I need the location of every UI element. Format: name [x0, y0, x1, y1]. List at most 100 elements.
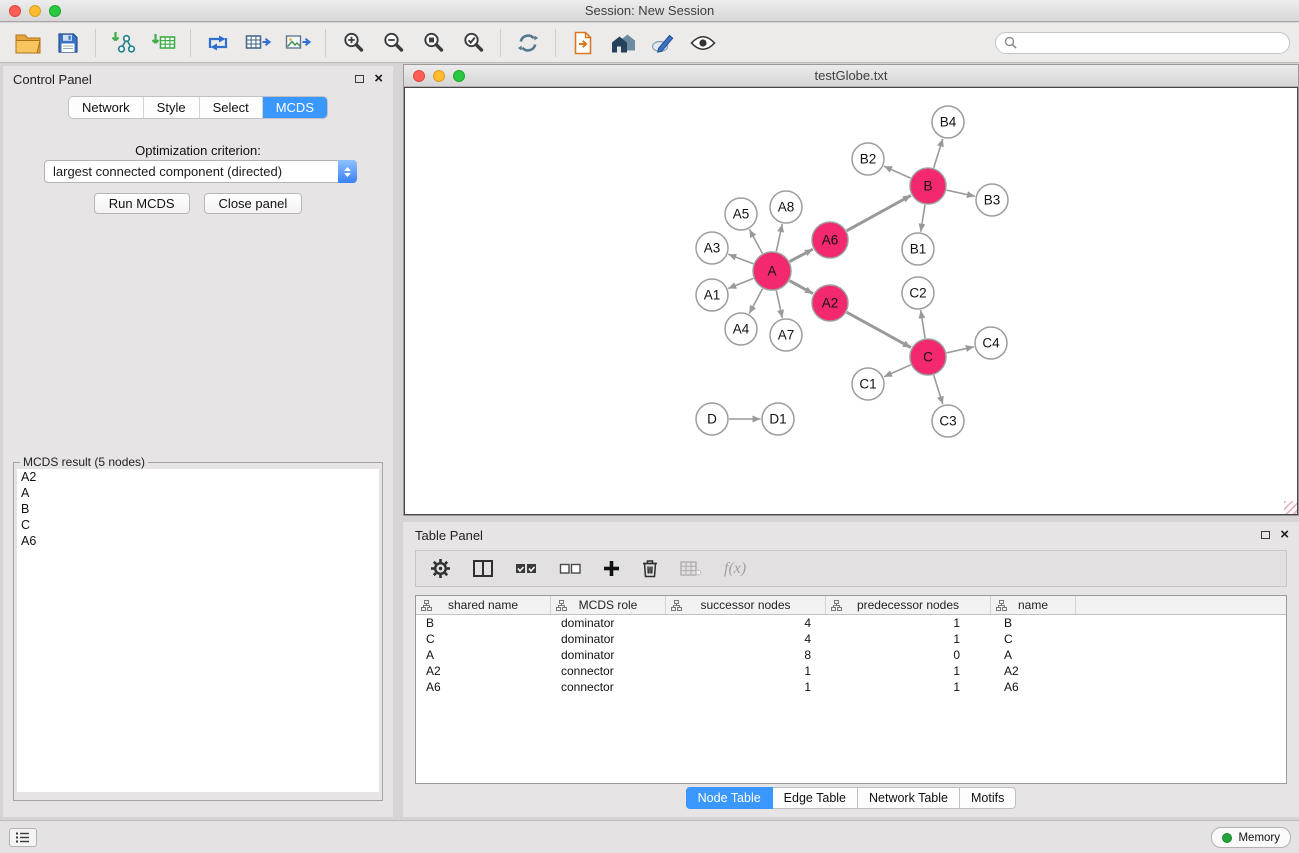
mcds-result-item[interactable]: A — [17, 485, 379, 501]
network-graph[interactable]: B4B2BB3A8A5A6A3B1AC2A1A2A4A7C4CC1C3DD1 — [405, 88, 1298, 515]
table-row[interactable]: Cdominator41C — [416, 631, 1286, 647]
column-header-successor-nodes[interactable]: successor nodes — [666, 596, 826, 614]
graph-edge-B-B4[interactable] — [934, 139, 943, 168]
criterion-dropdown[interactable]: largest connected component (directed) — [44, 160, 357, 183]
tab-mcds[interactable]: MCDS — [262, 97, 327, 118]
network-canvas-area[interactable]: B4B2BB3A8A5A6A3B1AC2A1A2A4A7C4CC1C3DD1 — [404, 87, 1298, 515]
search-box[interactable] — [995, 32, 1290, 54]
close-panel-icon[interactable]: × — [374, 74, 383, 84]
sort-icon[interactable] — [671, 600, 682, 611]
export-image-button[interactable] — [278, 26, 318, 60]
graph-edge-A-A8[interactable] — [776, 224, 782, 251]
show-columns-button[interactable] — [473, 560, 493, 577]
select-all-icon — [515, 563, 537, 575]
import-file-button[interactable] — [563, 26, 603, 60]
table-row[interactable]: A6connector11A6 — [416, 679, 1286, 695]
save-session-button[interactable] — [48, 26, 88, 60]
mcds-result-item[interactable]: A2 — [17, 469, 379, 485]
tab-select[interactable]: Select — [199, 97, 262, 118]
tab-network[interactable]: Network — [69, 97, 143, 118]
close-panel-button[interactable]: Close panel — [204, 193, 303, 214]
graph-node-label: A4 — [733, 322, 750, 337]
graph-edge-A-A2[interactable] — [790, 281, 813, 294]
select-all-button[interactable] — [515, 563, 537, 575]
list-icon — [16, 832, 30, 843]
sort-icon[interactable] — [996, 600, 1007, 611]
graph-edge-C-C3[interactable] — [934, 375, 943, 404]
import-network-button[interactable] — [103, 26, 143, 60]
graph-edge-A2-C[interactable] — [847, 312, 911, 347]
float-panel-icon[interactable] — [355, 75, 364, 83]
graph-edge-A6-B[interactable] — [847, 195, 911, 230]
tab-style[interactable]: Style — [143, 97, 199, 118]
delete-table-icon — [680, 561, 702, 577]
delete-column-button[interactable] — [642, 559, 658, 578]
column-header-mcds-role[interactable]: MCDS role — [551, 596, 666, 614]
float-panel-icon[interactable] — [1261, 531, 1270, 539]
zoom-out-button[interactable] — [373, 26, 413, 60]
graph-edge-B-B1[interactable] — [921, 205, 925, 232]
tab-motifs[interactable]: Motifs — [960, 787, 1016, 809]
sort-icon[interactable] — [556, 600, 567, 611]
mcds-result-item[interactable]: A6 — [17, 533, 379, 549]
run-mcds-button[interactable]: Run MCDS — [94, 193, 190, 214]
graphics-details-button[interactable] — [643, 26, 683, 60]
mcds-result-item[interactable]: C — [17, 517, 379, 533]
column-header-predecessor-nodes[interactable]: predecessor nodes — [826, 596, 991, 614]
refresh-icon — [516, 31, 540, 55]
export-network-button[interactable] — [198, 26, 238, 60]
search-input[interactable] — [1022, 36, 1281, 50]
graph-edge-C-C1[interactable] — [884, 365, 911, 377]
show-hide-button[interactable] — [683, 26, 723, 60]
export-table-button[interactable] — [238, 26, 278, 60]
table-panel-title: Table Panel — [415, 528, 483, 543]
graph-edge-A-A3[interactable] — [728, 254, 753, 263]
refresh-button[interactable] — [508, 26, 548, 60]
zoom-in-button[interactable] — [333, 26, 373, 60]
graph-node-label: C1 — [859, 377, 876, 392]
mcds-result-list[interactable]: A2ABCA6 — [17, 469, 379, 792]
tab-network-table[interactable]: Network Table — [858, 787, 960, 809]
table-cell: A2 — [416, 664, 551, 678]
zoom-selected-button[interactable] — [453, 26, 493, 60]
column-header-name[interactable]: name — [991, 596, 1076, 614]
node-table[interactable]: shared nameMCDS rolesuccessor nodesprede… — [415, 595, 1287, 784]
table-cell: 1 — [826, 664, 991, 678]
tab-node-table[interactable]: Node Table — [686, 787, 773, 809]
sort-icon[interactable] — [831, 600, 842, 611]
graph-edge-A-A7[interactable] — [776, 291, 782, 318]
sort-icon[interactable] — [421, 600, 432, 611]
graph-edge-A-A6[interactable] — [790, 249, 813, 261]
table-settings-button[interactable] — [430, 558, 451, 579]
import-table-button[interactable] — [143, 26, 183, 60]
graph-edge-B-B2[interactable] — [884, 166, 911, 178]
table-cell: 4 — [666, 616, 826, 630]
graph-edge-C-C4[interactable] — [947, 347, 974, 353]
tab-edge-table[interactable]: Edge Table — [773, 787, 858, 809]
table-row[interactable]: Adominator80A — [416, 647, 1286, 663]
graph-edge-A-A1[interactable] — [728, 278, 753, 288]
task-history-button[interactable] — [9, 828, 37, 847]
graph-edge-A-A4[interactable] — [749, 289, 762, 314]
zoom-fit-button[interactable] — [413, 26, 453, 60]
resize-grip[interactable] — [1284, 501, 1297, 514]
open-session-button[interactable] — [8, 26, 48, 60]
table-row[interactable]: Bdominator41B — [416, 615, 1286, 631]
memory-button[interactable]: Memory — [1211, 827, 1291, 848]
add-column-button[interactable] — [603, 560, 620, 577]
deselect-all-button[interactable] — [559, 563, 581, 575]
zoom-out-icon — [382, 31, 405, 54]
close-panel-icon[interactable]: × — [1280, 530, 1289, 540]
table-row[interactable]: A2connector11A2 — [416, 663, 1286, 679]
graph-edge-A-A5[interactable] — [749, 229, 762, 253]
mcds-result-item[interactable]: B — [17, 501, 379, 517]
column-header-shared-name[interactable]: shared name — [416, 596, 551, 614]
graph-edge-C-C2[interactable] — [921, 310, 925, 338]
control-panel-title: Control Panel — [13, 72, 92, 87]
dropdown-stepper-icon[interactable] — [338, 160, 357, 183]
graph-edge-B-B3[interactable] — [947, 190, 975, 196]
overview-button[interactable] — [603, 26, 643, 60]
network-window-titlebar[interactable]: testGlobe.txt — [404, 65, 1298, 87]
function-builder-button: f(x) — [724, 560, 746, 578]
graph-node-label: D — [707, 412, 717, 427]
